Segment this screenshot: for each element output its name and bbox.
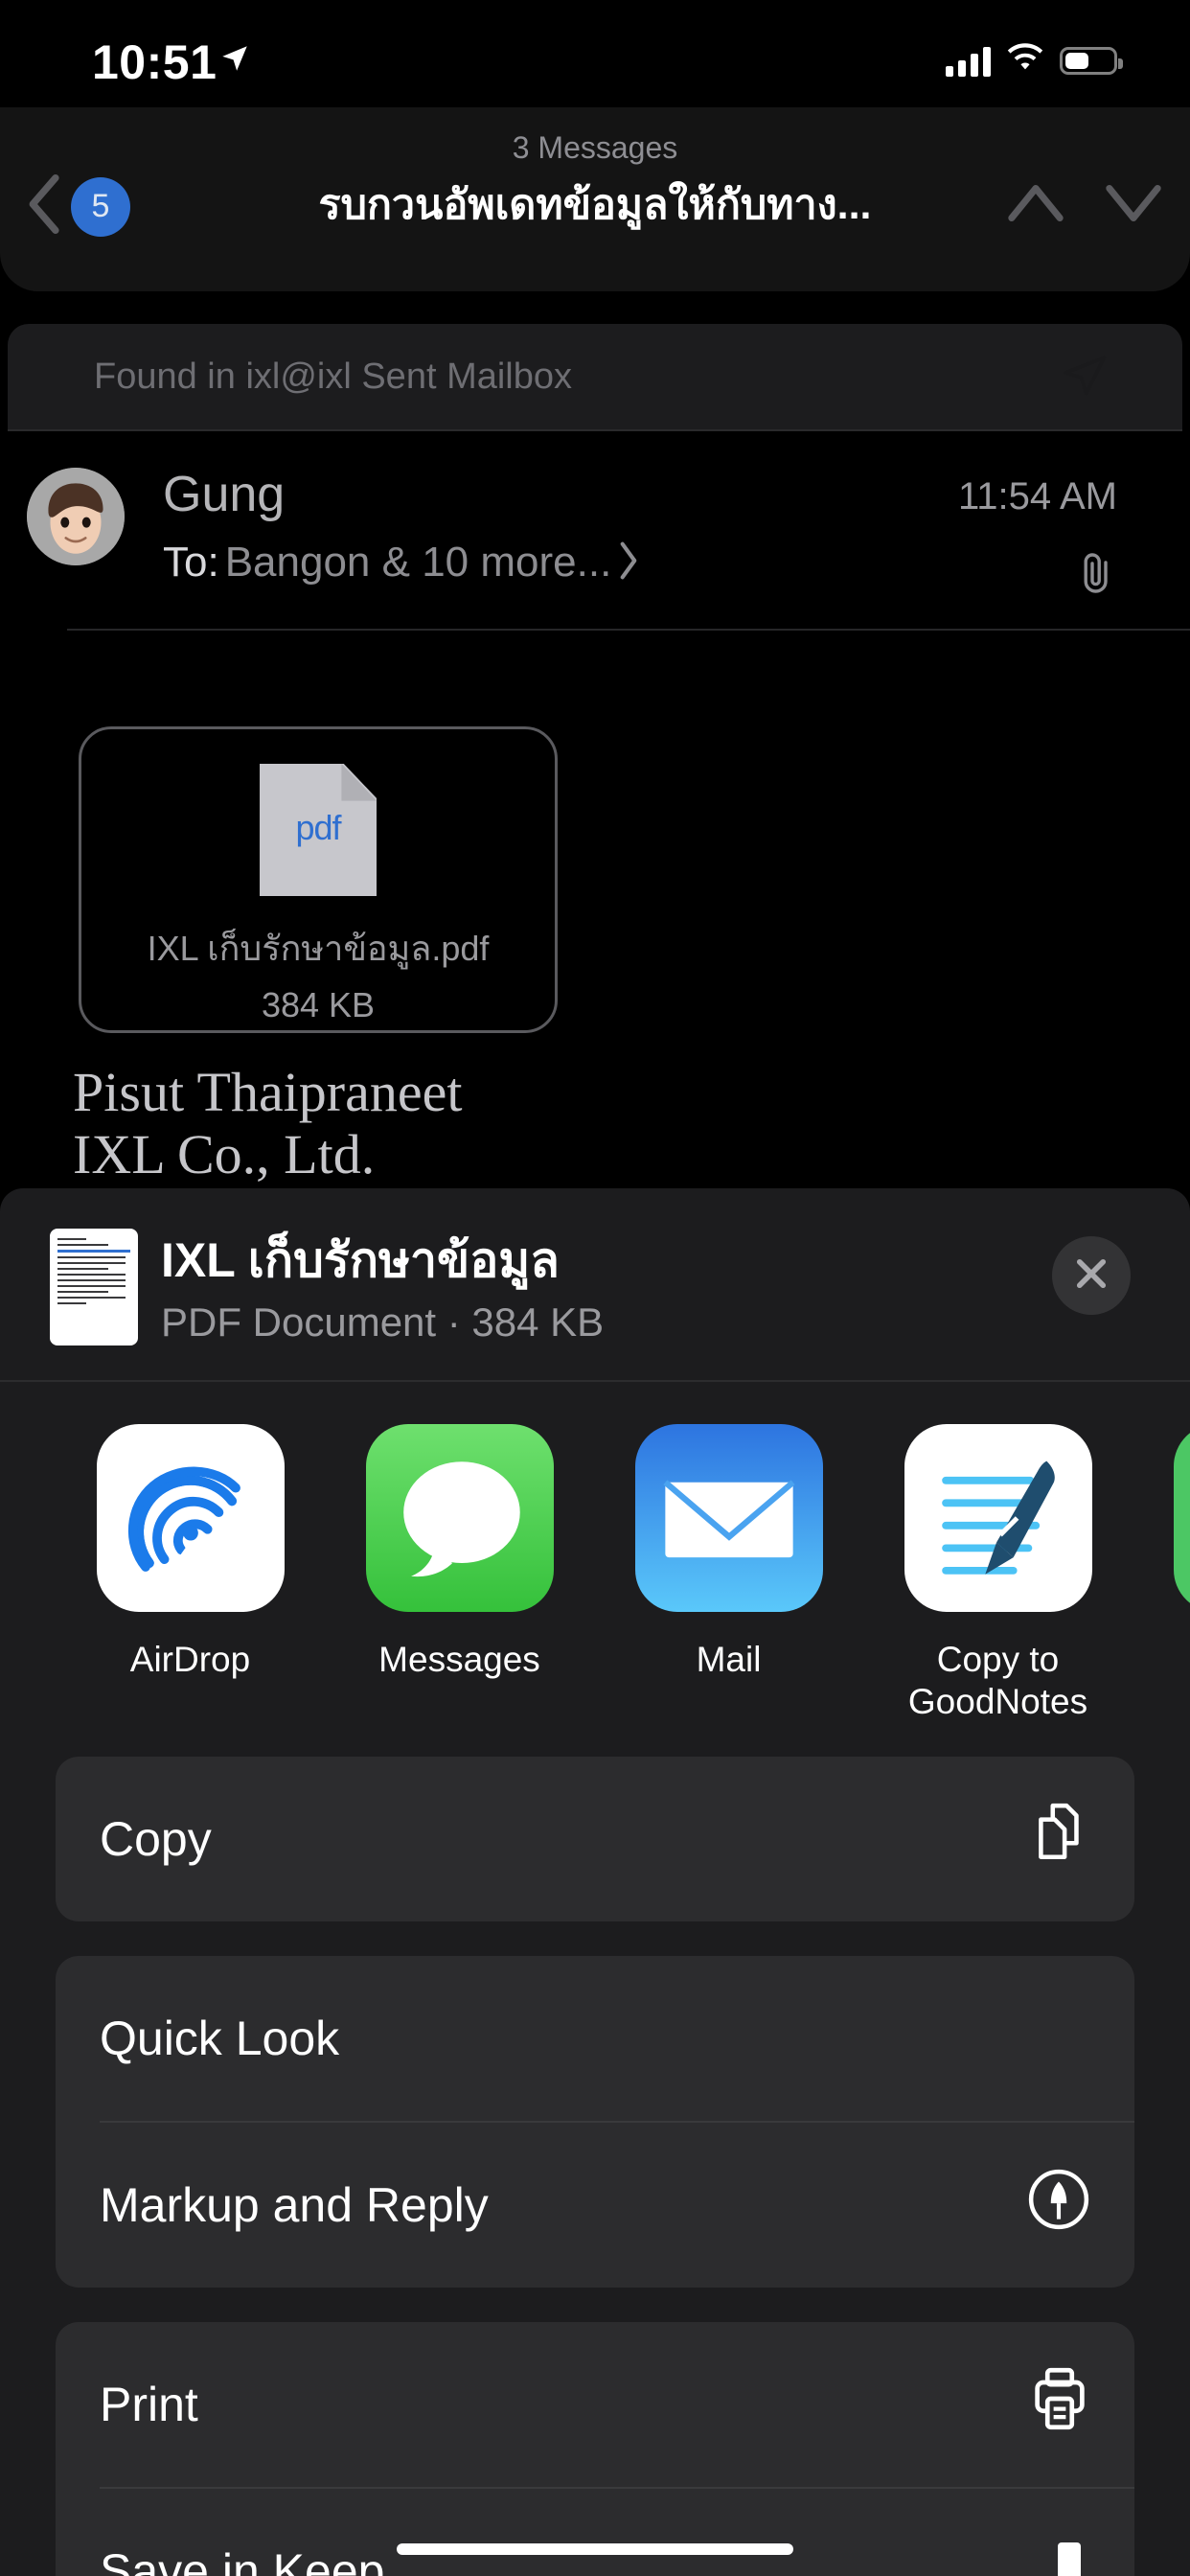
share-target-label: AirDrop — [129, 1640, 251, 1679]
share-target-line[interactable]: L — [1133, 1424, 1190, 1722]
close-button[interactable] — [1052, 1236, 1131, 1315]
message-time: 11:54 AM — [957, 475, 1117, 518]
location-arrow-icon — [218, 42, 251, 80]
mail-icon — [634, 1424, 823, 1612]
status-bar-indicators — [946, 43, 1123, 79]
share-action-list: Copy Quick Look Markup and Reply Print S… — [0, 1757, 1190, 2576]
status-bar: 10:51 — [0, 0, 1190, 107]
action-row-save-in-keep[interactable]: Save in Keep — [56, 2489, 1134, 2576]
to-label: To: — [163, 539, 219, 586]
battery-icon — [1060, 47, 1123, 75]
sender-name: Gung — [163, 467, 286, 522]
sender-row[interactable]: Gung To: Bangon & 10 more... 11:54 AM — [0, 458, 1190, 621]
action-label: Markup and Reply — [100, 2178, 489, 2233]
action-row-quick-look[interactable]: Quick Look — [56, 1956, 1134, 2121]
recipients-value: Bangon & 10 more... — [224, 539, 612, 586]
messages-icon — [365, 1424, 554, 1612]
share-target-goodnotes[interactable]: Copy to GoodNotes — [863, 1424, 1133, 1722]
navigation-bar: 3 Messages 5 รบกวนอัพเดทข้อมูลให้กับทาง.… — [0, 107, 1190, 291]
share-sheet-header: IXL เก็บรักษาข้อมูล PDF Document · 384 K… — [0, 1188, 1190, 1380]
action-group-copy: Copy — [56, 1757, 1134, 1922]
mail-message-view: Found in ixl@ixl Sent Mailbox Gung To: B… — [0, 324, 1190, 1282]
home-indicator — [397, 2543, 793, 2555]
found-in-mailbox-label: Found in ixl@ixl Sent Mailbox — [94, 356, 573, 397]
chevron-right-icon — [617, 540, 640, 586]
status-bar-time: 10:51 — [92, 35, 217, 89]
action-row-print[interactable]: Print — [56, 2322, 1134, 2487]
copy-documents-icon — [1031, 1800, 1090, 1878]
page-title: รบกวนอัพเดทข้อมูลให้กับทาง... — [318, 182, 872, 228]
divider — [67, 629, 1190, 631]
signature-line: IXL Co., Ltd. — [73, 1122, 376, 1185]
document-preview-thumbnail — [50, 1229, 138, 1346]
action-group-output: Print Save in Keep — [56, 2322, 1134, 2576]
chevron-down-icon[interactable] — [1104, 176, 1163, 235]
pdf-type-label: pdf — [295, 808, 341, 847]
signature-line: Pisut Thaipraneet — [73, 1061, 463, 1123]
cellular-signal-icon — [946, 46, 991, 77]
line-icon: L — [1173, 1424, 1190, 1612]
message-nav-arrows — [1006, 176, 1163, 235]
share-target-messages[interactable]: Messages — [325, 1424, 594, 1722]
attachment-filesize: 384 KB — [261, 985, 376, 1024]
printer-icon — [1029, 2366, 1090, 2443]
paper-plane-icon — [1058, 351, 1110, 407]
action-row-copy[interactable]: Copy — [56, 1757, 1134, 1921]
attachment-tile[interactable]: pdf IXL เก็บรักษาข้อมูล.pdf 384 KB — [79, 726, 558, 1033]
recipients-row[interactable]: To: Bangon & 10 more... — [163, 539, 640, 586]
action-label: Copy — [100, 1812, 212, 1867]
wifi-icon — [1005, 43, 1045, 79]
chevron-left-icon — [27, 174, 63, 239]
airdrop-icon — [96, 1424, 285, 1612]
share-sheet-title: IXL เก็บรักษาข้อมูล — [161, 1233, 560, 1287]
message-count-label: 3 Messages — [512, 130, 678, 165]
share-sheet: IXL เก็บรักษาข้อมูล PDF Document · 384 K… — [0, 1188, 1190, 2576]
share-target-airdrop[interactable]: AirDrop — [56, 1424, 325, 1722]
keep-icon — [1048, 2539, 1090, 2576]
found-in-mailbox-banner: Found in ixl@ixl Sent Mailbox — [8, 324, 1182, 429]
action-label: Quick Look — [100, 2012, 340, 2066]
action-row-markup-and-reply[interactable]: Markup and Reply — [56, 2123, 1134, 2288]
avatar — [27, 468, 125, 565]
close-icon — [1071, 1254, 1111, 1299]
share-target-label: Copy to GoodNotes — [907, 1640, 1088, 1721]
paperclip-icon — [1075, 550, 1117, 601]
action-label: Save in Keep — [100, 2544, 385, 2576]
chevron-up-icon[interactable] — [1006, 176, 1065, 235]
share-sheet-subtitle: PDF Document · 384 KB — [161, 1300, 605, 1345]
email-signature: Pisut Thaipraneet IXL Co., Ltd. — [73, 1061, 935, 1186]
share-app-row[interactable]: AirDrop Messages Mail Copy to GoodNotes — [0, 1382, 1190, 1722]
share-target-mail[interactable]: Mail — [594, 1424, 863, 1722]
unread-badge: 5 — [71, 176, 130, 237]
attachment-filename: IXL เก็บรักษาข้อมูล.pdf — [147, 929, 490, 968]
back-button[interactable]: 5 — [27, 174, 130, 239]
goodnotes-icon — [904, 1424, 1092, 1612]
share-target-label: Mail — [696, 1640, 762, 1679]
action-group-preview: Quick Look Markup and Reply — [56, 1956, 1134, 2288]
action-label: Print — [100, 2378, 198, 2432]
share-target-label: Messages — [378, 1640, 540, 1679]
divider — [8, 429, 1182, 431]
iphone-screen: 10:51 3 Messages 5 รบกวนอัพเดทข้อมูลให้ก… — [0, 0, 1190, 2576]
pdf-file-icon: pdf — [260, 764, 377, 896]
markup-pen-icon — [1027, 2168, 1090, 2242]
